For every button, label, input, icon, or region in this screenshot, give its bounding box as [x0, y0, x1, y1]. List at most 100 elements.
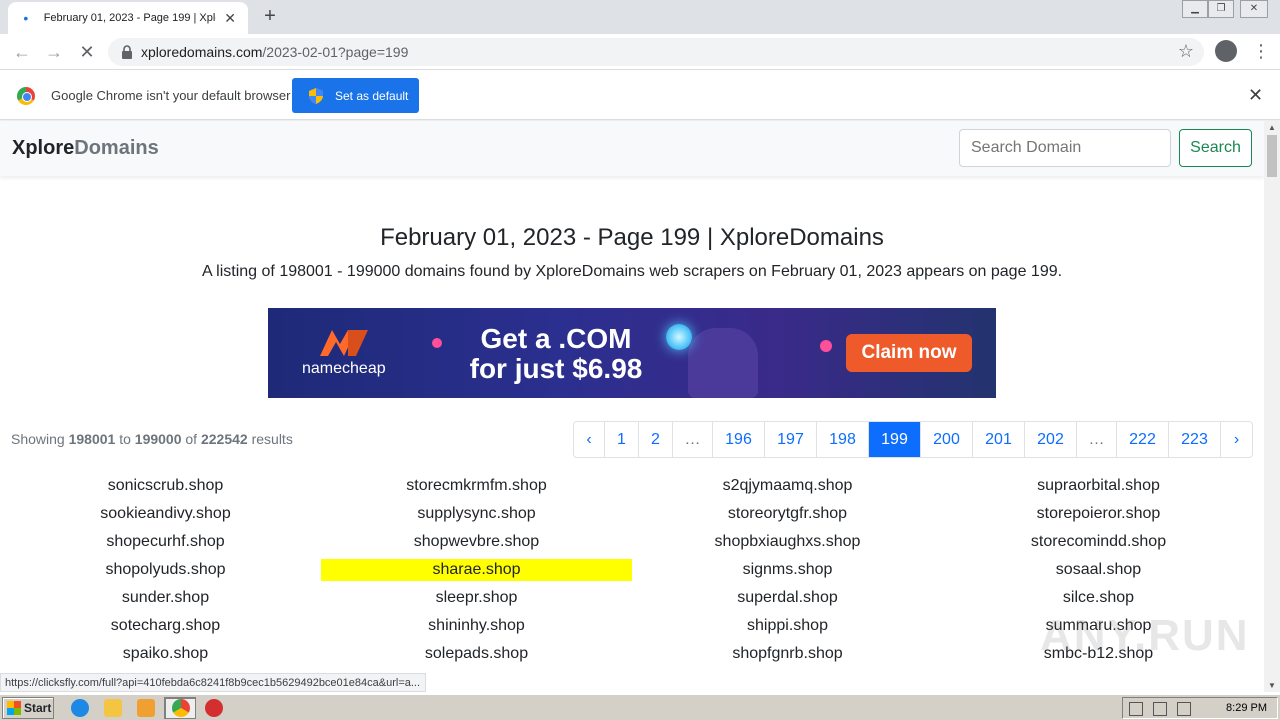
- domain-item[interactable]: storecmkrmfm.shop: [321, 475, 632, 503]
- domain-link[interactable]: storepoieror.shop: [1037, 505, 1161, 522]
- domain-link[interactable]: superdal.shop: [737, 589, 838, 606]
- page-link-200[interactable]: 200: [921, 422, 973, 457]
- forward-arrow-icon[interactable]: →: [42, 40, 66, 64]
- domain-link[interactable]: shopwevbre.shop: [414, 533, 539, 550]
- domain-link[interactable]: supraorbital.shop: [1037, 477, 1160, 494]
- domain-item[interactable]: superdal.shop: [632, 587, 943, 615]
- browser-tab[interactable]: • February 01, 2023 - Page 199 | XploreD…: [8, 2, 248, 34]
- prev-page-link[interactable]: ‹: [574, 422, 605, 457]
- page-link-201[interactable]: 201: [973, 422, 1025, 457]
- domain-item[interactable]: shopwevbre.shop: [321, 531, 632, 559]
- domain-link[interactable]: spaiko.shop: [123, 645, 208, 662]
- domain-link[interactable]: silce.shop: [1063, 589, 1134, 606]
- domain-item[interactable]: storecomindd.shop: [943, 531, 1254, 559]
- domain-link[interactable]: sonicscrub.shop: [108, 477, 224, 494]
- domain-link[interactable]: shopbxiaughxs.shop: [715, 533, 861, 550]
- domain-item[interactable]: shopecurhf.shop: [10, 531, 321, 559]
- domain-item[interactable]: shopbxiaughxs.shop: [632, 531, 943, 559]
- address-bar[interactable]: xploredomains.com/2023-02-01?page=199 ☆: [108, 38, 1204, 66]
- page-link-223[interactable]: 223: [1169, 422, 1221, 457]
- start-button[interactable]: Start: [2, 697, 54, 719]
- domain-item[interactable]: supplysync.shop: [321, 503, 632, 531]
- domain-item[interactable]: s2qjymaamq.shop: [632, 475, 943, 503]
- domain-link[interactable]: sotecharg.shop: [111, 617, 220, 634]
- search-domain-input[interactable]: [959, 129, 1171, 167]
- page-link-2[interactable]: 2: [639, 422, 673, 457]
- domain-item[interactable]: solepads.shop: [321, 643, 632, 671]
- search-button[interactable]: Search: [1179, 129, 1252, 167]
- domain-item[interactable]: storeorytgfr.shop: [632, 503, 943, 531]
- volume-icon[interactable]: [1129, 702, 1143, 716]
- domain-item[interactable]: showdepet.shop: [943, 671, 1254, 672]
- action-center-flag-icon[interactable]: [1177, 702, 1191, 716]
- domain-link[interactable]: sookieandivy.shop: [100, 505, 230, 522]
- scroll-up-icon[interactable]: ▲: [1268, 123, 1276, 132]
- chrome-taskbar-button[interactable]: [164, 697, 196, 719]
- domain-item[interactable]: supraorbital.shop: [943, 475, 1254, 503]
- warning-app-icon[interactable]: [205, 699, 223, 717]
- domain-item[interactable]: signms.shop: [632, 559, 943, 587]
- domain-link[interactable]: signms.shop: [743, 561, 833, 578]
- media-player-icon[interactable]: [137, 699, 155, 717]
- domain-item[interactable]: sleepr.shop: [321, 587, 632, 615]
- page-link-202[interactable]: 202: [1025, 422, 1077, 457]
- domain-item[interactable]: shippi.shop: [632, 615, 943, 643]
- domain-link[interactable]: supplysync.shop: [417, 505, 535, 522]
- bookmark-star-icon[interactable]: ☆: [1178, 41, 1194, 62]
- page-link-198[interactable]: 198: [817, 422, 869, 457]
- claim-now-button[interactable]: Claim now: [846, 334, 972, 372]
- page-scrollbar[interactable]: ▲ ▼: [1264, 121, 1280, 692]
- internet-explorer-icon[interactable]: [71, 699, 89, 717]
- domain-item[interactable]: sunder.shop: [10, 587, 321, 615]
- close-tab-icon[interactable]: ✕: [222, 10, 238, 27]
- back-arrow-icon[interactable]: ←: [10, 40, 34, 64]
- domain-item[interactable]: shininhy.shop: [321, 615, 632, 643]
- domain-link[interactable]: storeorytgfr.shop: [728, 505, 847, 522]
- page-link-196[interactable]: 196: [713, 422, 765, 457]
- profile-avatar-icon[interactable]: [1215, 40, 1237, 62]
- domain-link[interactable]: sunder.shop: [122, 589, 209, 606]
- page-link-222[interactable]: 222: [1117, 422, 1169, 457]
- file-explorer-icon[interactable]: [104, 699, 122, 717]
- minimize-icon[interactable]: ▁: [1182, 0, 1208, 18]
- domain-item[interactable]: sotecharg.shop: [10, 615, 321, 643]
- page-link-1[interactable]: 1: [605, 422, 639, 457]
- page-link-197[interactable]: 197: [765, 422, 817, 457]
- domain-link[interactable]: storecmkrmfm.shop: [406, 477, 546, 494]
- next-page-link[interactable]: ›: [1221, 422, 1252, 457]
- domain-item[interactable]: shopfgnrb.shop: [632, 643, 943, 671]
- domain-item[interactable]: swwax.shop: [632, 671, 943, 672]
- domain-link[interactable]: shininhy.shop: [428, 617, 525, 634]
- domain-item[interactable]: sookieandivy.shop: [10, 503, 321, 531]
- domain-item[interactable]: shopolyuds.shop: [10, 559, 321, 587]
- set-as-default-button[interactable]: Set as default: [292, 78, 419, 113]
- network-icon[interactable]: [1153, 702, 1167, 716]
- domain-item[interactable]: siril.shop: [321, 671, 632, 672]
- namecheap-ad-banner[interactable]: namecheap Get a .COM for just $6.98 Clai…: [268, 308, 996, 398]
- domain-link[interactable]: storecomindd.shop: [1031, 533, 1166, 550]
- domain-item[interactable]: spaiko.shop: [10, 643, 321, 671]
- domain-link[interactable]: sosaal.shop: [1056, 561, 1141, 578]
- domain-link[interactable]: s2qjymaamq.shop: [723, 477, 853, 494]
- domain-item[interactable]: sonicscrub.shop: [10, 475, 321, 503]
- domain-link[interactable]: shippi.shop: [747, 617, 828, 634]
- scroll-down-icon[interactable]: ▼: [1268, 681, 1276, 690]
- page-link-199[interactable]: 199: [869, 422, 921, 457]
- domain-item[interactable]: sharae.shop: [321, 559, 632, 587]
- scrollbar-thumb[interactable]: [1267, 135, 1277, 177]
- domain-link[interactable]: sharae.shop: [321, 559, 632, 581]
- close-window-icon[interactable]: ✕: [1240, 0, 1268, 18]
- domain-item[interactable]: storepoieror.shop: [943, 503, 1254, 531]
- domain-link[interactable]: shopecurhf.shop: [106, 533, 224, 550]
- infobar-close-icon[interactable]: ✕: [1248, 85, 1263, 106]
- domain-link[interactable]: sleepr.shop: [436, 589, 518, 606]
- domain-link[interactable]: solepads.shop: [425, 645, 528, 662]
- restore-icon[interactable]: ❐: [1208, 0, 1234, 18]
- site-brand-logo[interactable]: XploreDomains: [12, 137, 159, 160]
- chrome-menu-icon[interactable]: ⋮: [1252, 40, 1270, 62]
- domain-link[interactable]: shopfgnrb.shop: [732, 645, 842, 662]
- new-tab-button[interactable]: +: [258, 5, 282, 29]
- domain-link[interactable]: shopolyuds.shop: [105, 561, 225, 578]
- domain-item[interactable]: sosaal.shop: [943, 559, 1254, 587]
- stop-loading-icon[interactable]: ✕: [75, 40, 99, 64]
